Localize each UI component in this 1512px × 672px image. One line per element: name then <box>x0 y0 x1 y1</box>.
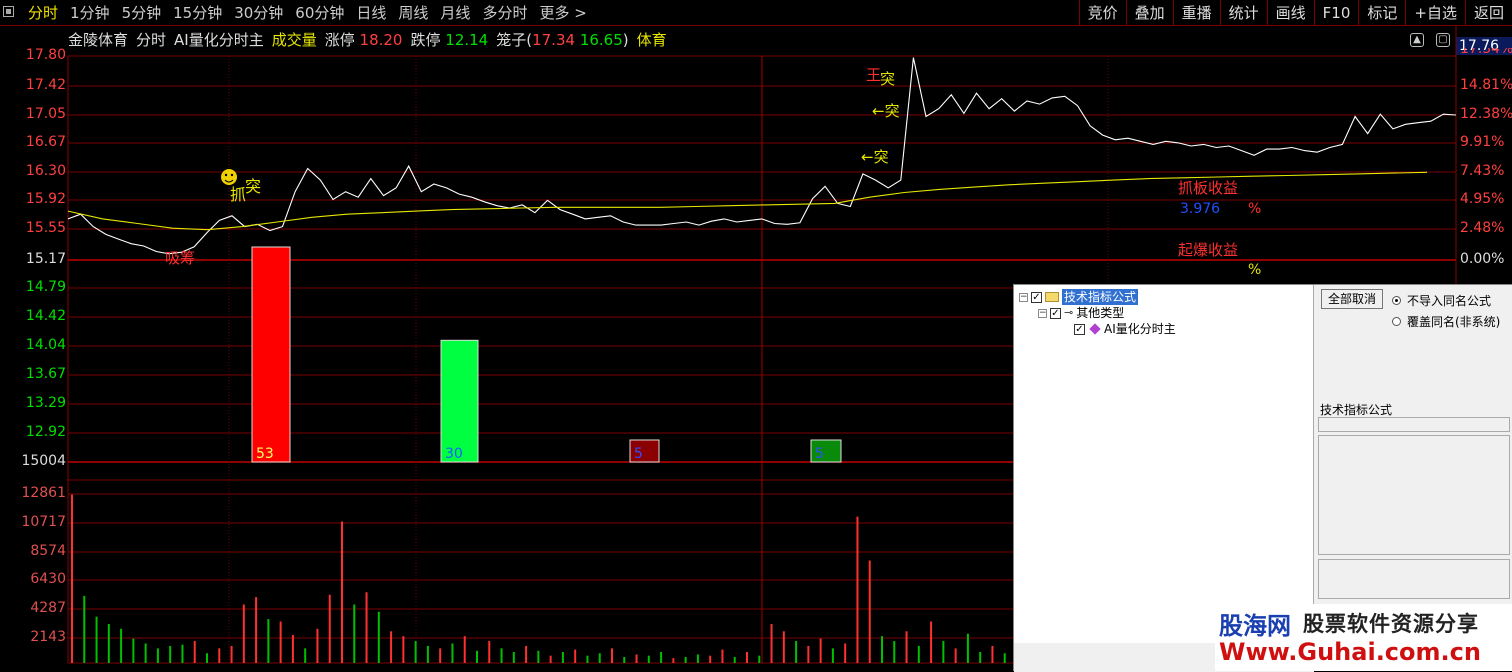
price-tick-label: 14.42 <box>25 308 66 324</box>
percent-tick-label-partial: 17.34% <box>1460 48 1512 56</box>
annotation-breakout: 突 <box>245 177 261 196</box>
signal-bar-0 <box>251 246 291 463</box>
volume-tick-label: 2143 <box>30 629 66 645</box>
price-tick-label: 16.67 <box>25 134 66 150</box>
volume-tick-label: 8574 <box>30 543 66 559</box>
burst-profit-label: 起爆收益 <box>1178 241 1238 259</box>
percent-tick-label: 14.81% <box>1460 77 1512 93</box>
signal-bar-label-2: 5 <box>634 446 643 462</box>
checkbox-root[interactable]: ✓ <box>1031 291 1042 303</box>
signal-bar-label-1: 30 <box>445 446 463 462</box>
percent-tick-label: 12.38% <box>1460 106 1512 122</box>
formula-extra-box <box>1318 559 1510 599</box>
watermark: 股海网 股票软件资源分享 Www.Guhai.com.cn <box>1215 604 1512 671</box>
grab-profit-value: 3.976 <box>1180 201 1220 217</box>
price-tick-label: 12.92 <box>25 424 66 440</box>
radio-no-import-label: 不导入同名公式 <box>1407 294 1492 308</box>
price-tick-label: 17.42 <box>25 77 66 93</box>
price-tick-label: 13.29 <box>25 395 66 411</box>
tree-child-label[interactable]: 其他类型 <box>1076 305 1124 321</box>
volume-tick-label: 4287 <box>30 600 66 616</box>
smiley-icon <box>221 169 237 185</box>
smiley-eye <box>230 173 234 177</box>
signal-bar-label-0: 53 <box>256 446 274 462</box>
percent-tick-label: 9.91% <box>1460 134 1505 150</box>
grab-profit-pct: % <box>1248 201 1261 217</box>
annotation-breakout-2: 突 <box>880 70 895 88</box>
signal-bar-label-3: 5 <box>815 446 824 462</box>
radio-overwrite-label: 覆盖同名(非系统) <box>1407 315 1501 329</box>
volume-tick-label: 6430 <box>30 571 66 587</box>
percent-tick-label: 4.95% <box>1460 191 1505 207</box>
annotation-absorb: 吸筹 <box>165 249 195 267</box>
volume-tick-label: 10717 <box>21 514 66 530</box>
price-tick-label: 17.80 <box>25 47 66 63</box>
watermark-tagline: 股票软件资源分享 <box>1303 611 1479 636</box>
tree-node-child[interactable]: − ✓ ⊸ 其他类型 <box>1038 305 1124 321</box>
annotation-grab: 抓 <box>230 185 246 204</box>
percent-tick-label: 2.48% <box>1460 220 1505 236</box>
price-tick-label: 15.17 <box>25 251 66 267</box>
smiley-eye <box>224 173 228 177</box>
checkbox-leaf[interactable]: ✓ <box>1074 323 1085 335</box>
radio-no-import[interactable]: 不导入同名公式 <box>1392 292 1491 309</box>
burst-profit-pct: % <box>1248 262 1261 278</box>
price-tick-label: 15004 <box>21 453 66 469</box>
formula-name-field[interactable] <box>1318 417 1510 432</box>
cancel-all-button[interactable]: 全部取消 <box>1321 289 1383 309</box>
annotation-breakout-3: ←突 <box>872 102 900 120</box>
formula-section-label: 技术指标公式 <box>1320 403 1393 417</box>
price-tick-label: 15.92 <box>25 191 66 207</box>
formula-tree: − ✓ 技术指标公式 − ✓ ⊸ 其他类型 ✓ AI量化分时主 <box>1014 285 1314 643</box>
radio-overwrite[interactable]: 覆盖同名(非系统) <box>1392 313 1500 330</box>
annotation-king: 王 <box>866 66 881 84</box>
watermark-url: Www.Guhai.com.cn <box>1219 638 1481 666</box>
tree-leaf-label[interactable]: AI量化分时主 <box>1104 321 1176 337</box>
checkbox-child[interactable]: ✓ <box>1050 307 1061 319</box>
price-tick-label: 13.67 <box>25 366 66 382</box>
tree-root-label[interactable]: 技术指标公式 <box>1062 289 1139 305</box>
percent-tick-label: 0.00% <box>1460 251 1505 267</box>
annotation-breakout-4: ←突 <box>861 148 889 166</box>
volume-tick-label: 12861 <box>21 485 66 501</box>
formula-icon <box>1089 323 1101 335</box>
folder-icon <box>1045 292 1059 302</box>
collapse-icon[interactable]: − <box>1038 308 1047 318</box>
watermark-brand: 股海网 <box>1219 611 1291 640</box>
price-tick-label: 14.79 <box>25 279 66 295</box>
tree-node-root[interactable]: − ✓ 技术指标公式 <box>1019 289 1139 305</box>
price-tick-label: 14.04 <box>25 337 66 353</box>
key-icon: ⊸ <box>1064 306 1074 319</box>
tree-node-leaf[interactable]: ✓ AI量化分时主 <box>1074 321 1176 337</box>
signal-bar-1 <box>440 339 479 463</box>
price-tick-label: 17.05 <box>25 106 66 122</box>
collapse-icon[interactable]: − <box>1019 292 1028 302</box>
radio-selected-icon[interactable] <box>1392 296 1401 305</box>
formula-description-box <box>1318 435 1510 555</box>
grab-profit-label: 抓板收益 <box>1178 179 1238 197</box>
price-tick-label: 15.55 <box>25 220 66 236</box>
radio-unselected-icon[interactable] <box>1392 317 1401 326</box>
percent-tick-label: 7.43% <box>1460 163 1505 179</box>
price-tick-label: 16.30 <box>25 163 66 179</box>
